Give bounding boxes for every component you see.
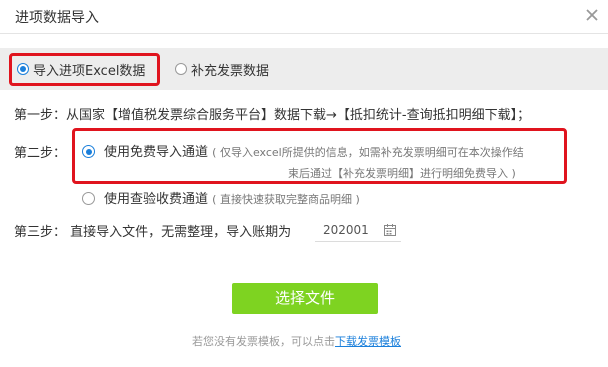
tab-supplement-invoice-label: 补充发票数据 [191, 63, 270, 79]
dialog-titlebar: 进项数据导入 [0, 0, 608, 34]
step1-text: 第一步：从国家【增值税发票综合服务平台】数据下载→【抵扣统计-查询抵扣明细下载】… [14, 108, 531, 123]
footer-text: 若您没有发票模板，可以点击 [192, 335, 335, 348]
option-paid-verify-hint: ( 直接快速获取完整商品明细 ) [212, 193, 360, 206]
option-paid-verify-label: 使用查验收费通道 [104, 192, 209, 207]
option-free-import-hint: ( 仅导入excel所提供的信息，如需补充发票明细可在本次操作结 [212, 146, 524, 159]
step2-label: 第二步： [14, 146, 67, 161]
tab-supplement-invoice[interactable]: 补充发票数据 [175, 60, 270, 79]
import-dialog: 进项数据导入 导入进项Excel数据 补充发票数据 第一步：从国家【增值税发票综… [0, 0, 608, 367]
footer-note: 若您没有发票模板，可以点击下载发票模板 [192, 333, 401, 349]
download-template-link[interactable]: 下载发票模板 [335, 335, 401, 348]
radio-selected-icon [82, 145, 95, 158]
dialog-title: 进项数据导入 [15, 10, 99, 26]
step3-label: 第三步： 直接导入文件，无需整理，导入账期为 [14, 225, 292, 240]
option-free-import-hint-line2: 束后通过【补充发票明细】进行明细免费导入 ) [288, 167, 516, 180]
period-picker[interactable] [315, 218, 401, 242]
period-input[interactable] [323, 221, 379, 239]
radio-unselected-icon [175, 63, 187, 75]
option-paid-verify[interactable]: 使用查验收费通道 ( 直接快速获取完整商品明细 ) [82, 188, 360, 207]
option-free-import-label: 使用免费导入通道 [104, 145, 209, 160]
radio-unselected-icon [82, 192, 95, 205]
tab-highlight-box [9, 53, 160, 86]
select-file-button[interactable]: 选择文件 [232, 283, 378, 314]
close-icon[interactable] [582, 5, 602, 25]
calendar-icon[interactable] [383, 223, 397, 237]
option-free-import[interactable]: 使用免费导入通道 ( 仅导入excel所提供的信息，如需补充发票明细可在本次操作… [82, 141, 524, 160]
